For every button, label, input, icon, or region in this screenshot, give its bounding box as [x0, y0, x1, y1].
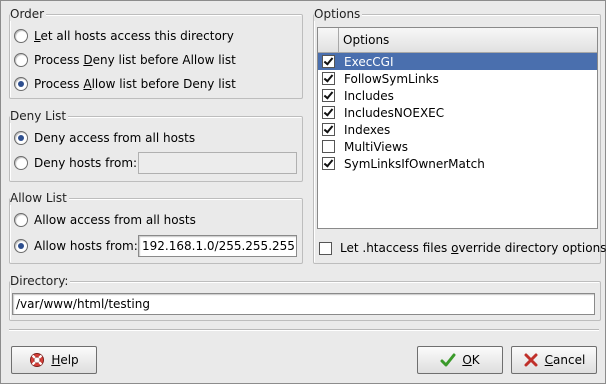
- header-checkbox-column[interactable]: [318, 28, 339, 52]
- option-checkbox[interactable]: [322, 157, 335, 170]
- option-label: FollowSymLinks: [344, 71, 439, 86]
- option-checkbox[interactable]: [322, 72, 335, 85]
- option-row-indexes[interactable]: Indexes: [318, 121, 597, 138]
- option-row-execcgi[interactable]: ExecCGI: [318, 53, 597, 70]
- htaccess-checkbox[interactable]: [319, 241, 332, 255]
- options-frame-title: Options: [314, 7, 363, 21]
- order-frame-title: Order: [10, 7, 47, 21]
- checkmark-icon: [440, 352, 456, 368]
- allow-hosts-field[interactable]: 192.168.1.0/255.255.255.0: [138, 235, 297, 257]
- radio-button[interactable]: [14, 239, 28, 253]
- htaccess-override-option[interactable]: Let .htaccess files override directory o…: [319, 238, 606, 258]
- deny-all-option[interactable]: Deny access from all hosts: [14, 128, 195, 148]
- radio-button[interactable]: [14, 131, 28, 145]
- option-label: IncludesNOEXEC: [344, 105, 445, 120]
- option-checkbox[interactable]: [322, 123, 335, 136]
- allow-list-title: Allow List: [10, 191, 69, 205]
- directory-field[interactable]: /var/www/html/testing: [12, 293, 595, 315]
- allow-all-option[interactable]: Allow access from all hosts: [14, 210, 196, 230]
- option-row-symlinksifownermatch[interactable]: SymLinksIfOwnerMatch: [318, 155, 597, 172]
- option-label: Indexes: [344, 122, 391, 137]
- options-list-header: Options: [318, 28, 597, 53]
- option-checkbox[interactable]: [322, 140, 335, 153]
- order-option-deny-first[interactable]: Process Deny list before Allow list: [14, 50, 236, 70]
- deny-hosts-field[interactable]: [138, 152, 297, 174]
- option-label: Includes: [344, 88, 394, 103]
- order-option-let-all[interactable]: Let all hosts access this directory: [14, 26, 234, 46]
- deny-list-title: Deny List: [10, 109, 69, 123]
- option-row-includesnoexec[interactable]: IncludesNOEXEC: [318, 104, 597, 121]
- help-lifebuoy-icon: [29, 352, 45, 368]
- option-row-includes[interactable]: Includes: [318, 87, 597, 104]
- order-option-allow-first[interactable]: Process Allow list before Deny list: [14, 74, 236, 94]
- radio-button[interactable]: [14, 29, 28, 43]
- options-list: Options ExecCGI FollowSymLinks Includes Inc…: [317, 27, 598, 229]
- directory-title: Directory:: [10, 274, 71, 288]
- radio-button[interactable]: [14, 53, 28, 67]
- cancel-button[interactable]: Cancel: [511, 346, 597, 374]
- dialog-window: Order Let all hosts access this director…: [0, 0, 606, 384]
- option-checkbox[interactable]: [322, 55, 335, 68]
- option-checkbox[interactable]: [322, 106, 335, 119]
- option-label: ExecCGI: [344, 54, 394, 69]
- ok-button[interactable]: OK: [417, 346, 503, 374]
- help-button[interactable]: Help: [11, 346, 97, 374]
- option-row-followsymlinks[interactable]: FollowSymLinks: [318, 70, 597, 87]
- cancel-x-icon: [523, 352, 539, 368]
- deny-from-option[interactable]: Deny hosts from:: [14, 153, 137, 173]
- radio-button[interactable]: [14, 77, 28, 91]
- options-column-header[interactable]: Options: [339, 28, 389, 52]
- radio-button[interactable]: [14, 156, 28, 170]
- button-separator: [9, 329, 599, 331]
- radio-button[interactable]: [14, 213, 28, 227]
- option-label: MultiViews: [344, 139, 409, 154]
- option-row-multiviews[interactable]: MultiViews: [318, 138, 597, 155]
- option-checkbox[interactable]: [322, 89, 335, 102]
- option-label: SymLinksIfOwnerMatch: [344, 156, 485, 171]
- allow-from-option[interactable]: Allow hosts from:: [14, 236, 138, 256]
